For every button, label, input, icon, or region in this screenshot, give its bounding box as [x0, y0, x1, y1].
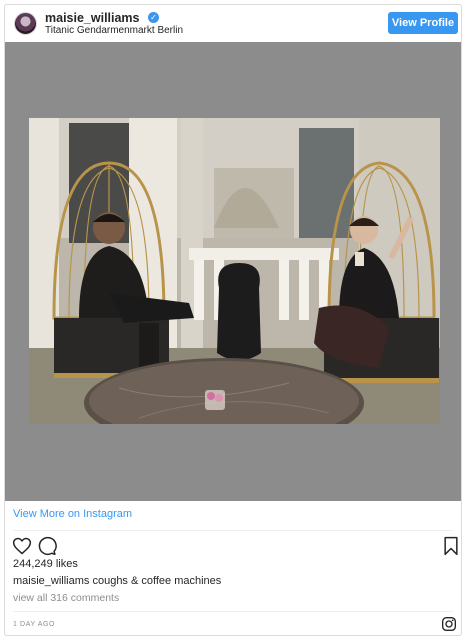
- post-header: maisie_williams ✓ Titanic Gendarmenmarkt…: [5, 5, 461, 43]
- instagram-embed-card: maisie_williams ✓ Titanic Gendarmenmarkt…: [4, 4, 462, 636]
- caption-text: coughs & coffee machines: [89, 575, 222, 587]
- heart-icon[interactable]: [12, 536, 32, 556]
- caption-username[interactable]: maisie_williams: [13, 575, 89, 587]
- post-photo[interactable]: [29, 118, 440, 424]
- caption: maisie_williams coughs & coffee machines: [13, 575, 221, 587]
- view-more-link[interactable]: View More on Instagram: [13, 508, 132, 520]
- view-profile-button[interactable]: View Profile: [388, 12, 458, 34]
- avatar[interactable]: [14, 12, 37, 35]
- divider: [13, 611, 453, 612]
- likes-count: 244,249 likes: [13, 558, 78, 570]
- view-comments-link[interactable]: view all 316 comments: [13, 592, 119, 604]
- divider: [13, 530, 453, 531]
- bookmark-icon[interactable]: [441, 536, 461, 556]
- location[interactable]: Titanic Gendarmenmarkt Berlin: [45, 25, 183, 36]
- timestamp[interactable]: 1 DAY AGO: [13, 621, 55, 628]
- verified-badge-icon: ✓: [148, 12, 159, 23]
- username[interactable]: maisie_williams: [45, 11, 140, 25]
- media-frame[interactable]: [5, 42, 461, 501]
- instagram-logo-icon[interactable]: [441, 616, 457, 632]
- comment-icon[interactable]: [37, 536, 57, 556]
